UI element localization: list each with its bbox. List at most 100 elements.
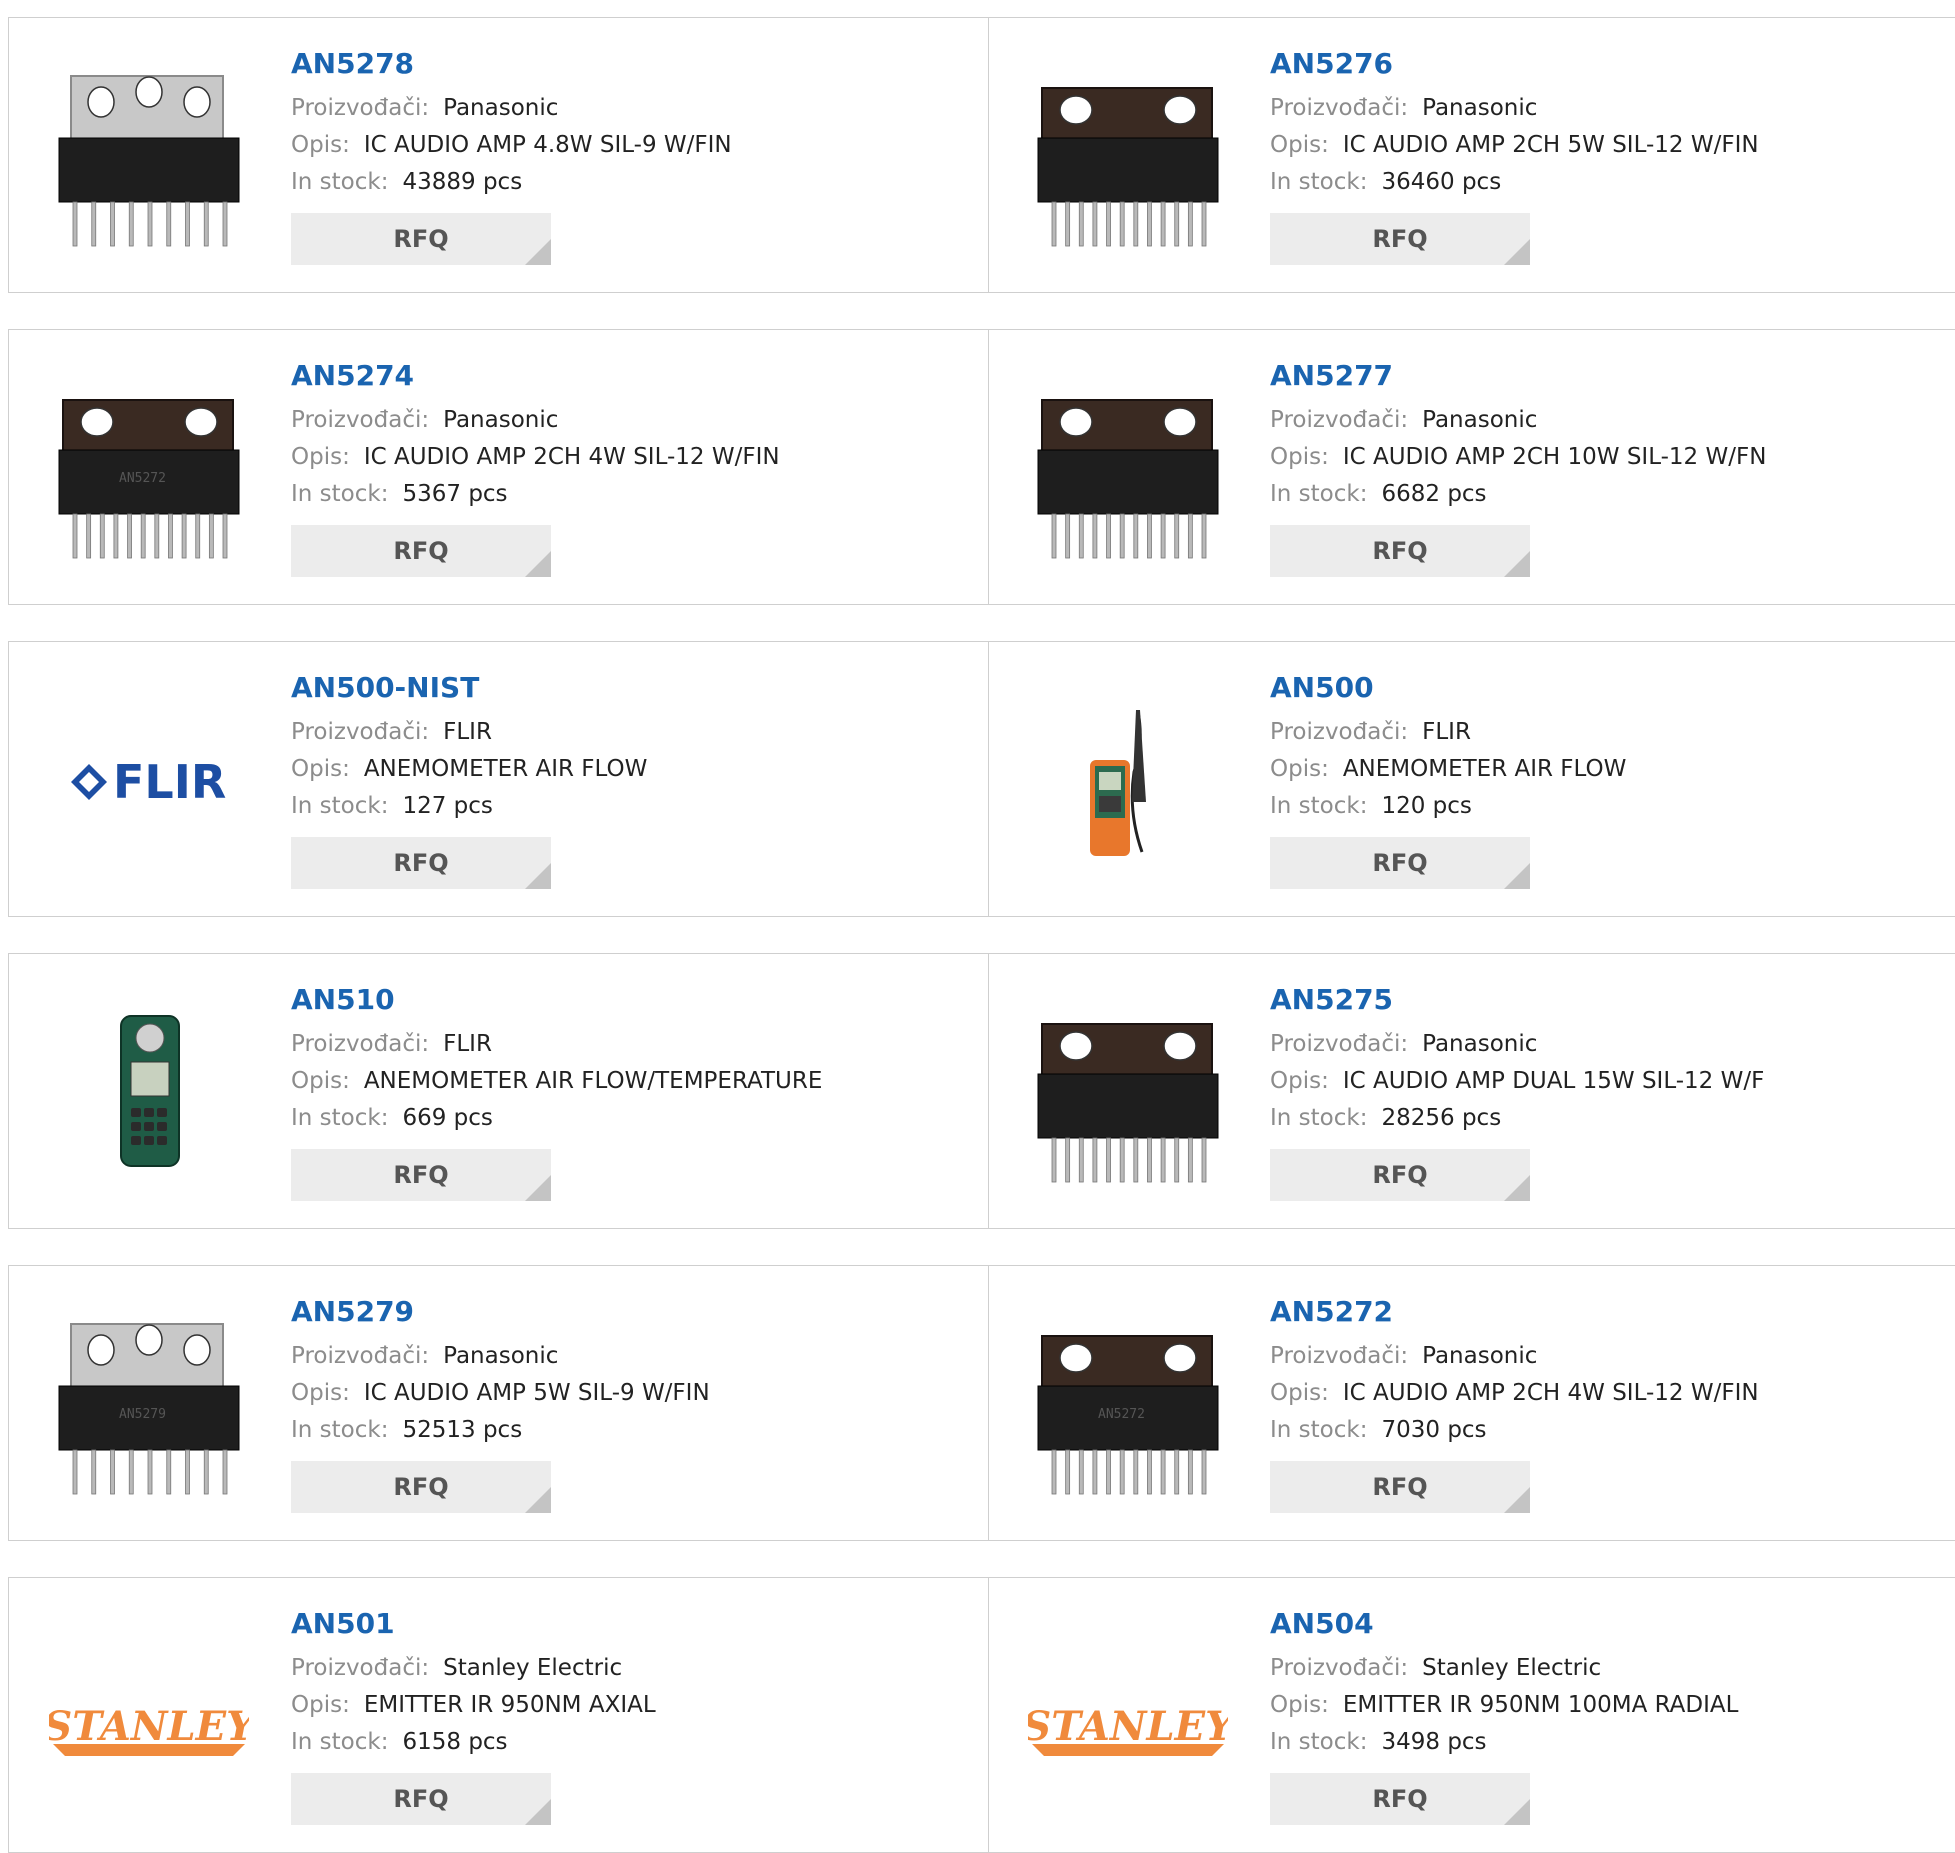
- rfq-button[interactable]: RFQ: [291, 1773, 551, 1825]
- part-number-link[interactable]: AN5272: [1270, 1294, 1759, 1330]
- product-image[interactable]: [1028, 994, 1228, 1194]
- manufacturer-value: Panasonic: [1422, 95, 1538, 121]
- description-label: Opis:: [291, 756, 350, 782]
- rfq-button[interactable]: RFQ: [291, 213, 551, 265]
- part-number-link[interactable]: AN5277: [1270, 358, 1766, 394]
- description-line: Opis: ANEMOMETER AIR FLOW: [1270, 751, 1626, 788]
- product-info: AN5272 Proizvođači: Panasonic Opis: IC AUDIO…: [1270, 1294, 1759, 1513]
- stock-value: 669 pcs: [402, 1105, 493, 1131]
- ic-chip-silver-fin-image: AN5279: [58, 1323, 240, 1495]
- product-image[interactable]: [1028, 682, 1228, 882]
- stock-value: 52513 pcs: [402, 1417, 523, 1443]
- stock-line: In stock: 669 pcs: [291, 1100, 822, 1137]
- ic-chip-dark-fin-image: AN5272: [1037, 1335, 1219, 1495]
- part-number-link[interactable]: AN500: [1270, 670, 1626, 706]
- manufacturer-label: Proizvođači:: [291, 95, 430, 121]
- product-card: AN5276 Proizvođači: Panasonic Opis: IC AUDIO…: [988, 18, 1955, 292]
- corner-triangle-icon: [1504, 551, 1530, 577]
- product-info: AN501 Proizvođači: Stanley Electric Opis: EM…: [291, 1606, 656, 1825]
- product-info: AN510 Proizvođači: FLIR Opis: ANEMOMETER AIR…: [291, 982, 822, 1201]
- part-number-link[interactable]: AN5279: [291, 1294, 710, 1330]
- rfq-label: RFQ: [393, 1785, 449, 1813]
- description-label: Opis:: [1270, 132, 1329, 158]
- manufacturer-label: Proizvođači:: [291, 719, 430, 745]
- stock-value: 28256 pcs: [1381, 1105, 1502, 1131]
- stock-line: In stock: 7030 pcs: [1270, 1412, 1759, 1449]
- rfq-label: RFQ: [1372, 1785, 1428, 1813]
- ic-chip-dark-fin-image: [1037, 1023, 1219, 1183]
- product-image[interactable]: AN5272: [49, 370, 249, 570]
- manufacturer-line: Proizvođači: Stanley Electric: [1270, 1650, 1738, 1687]
- stock-line: In stock: 127 pcs: [291, 788, 647, 825]
- description-line: Opis: IC AUDIO AMP 5W SIL-9 W/FIN: [291, 1375, 710, 1412]
- corner-triangle-icon: [525, 1175, 551, 1201]
- product-image[interactable]: [1028, 370, 1228, 570]
- part-number-link[interactable]: AN500-NIST: [291, 670, 647, 706]
- description-value: IC AUDIO AMP 2CH 5W SIL-12 W/FIN: [1342, 132, 1759, 158]
- product-info: AN500 Proizvođači: FLIR Opis: ANEMOMETER AIR…: [1270, 670, 1626, 889]
- stock-label: In stock:: [291, 1417, 389, 1443]
- stock-label: In stock:: [1270, 1729, 1368, 1755]
- part-number-link[interactable]: AN5275: [1270, 982, 1764, 1018]
- rfq-button[interactable]: RFQ: [1270, 1461, 1530, 1513]
- description-label: Opis:: [291, 1692, 350, 1718]
- part-number-link[interactable]: AN5274: [291, 358, 780, 394]
- part-number-link[interactable]: AN504: [1270, 1606, 1738, 1642]
- description-label: Opis:: [291, 1380, 350, 1406]
- manufacturer-value: Panasonic: [443, 95, 559, 121]
- product-image[interactable]: AN5279: [49, 1306, 249, 1506]
- rfq-button[interactable]: RFQ: [1270, 1149, 1530, 1201]
- stock-label: In stock:: [1270, 1417, 1368, 1443]
- part-number-link[interactable]: AN510: [291, 982, 822, 1018]
- rfq-button[interactable]: RFQ: [291, 1149, 551, 1201]
- description-label: Opis:: [1270, 756, 1329, 782]
- stock-label: In stock:: [291, 793, 389, 819]
- rfq-button[interactable]: RFQ: [291, 837, 551, 889]
- rfq-label: RFQ: [393, 1161, 449, 1189]
- part-number-link[interactable]: AN5278: [291, 46, 732, 82]
- description-value: IC AUDIO AMP 2CH 10W SIL-12 W/FN: [1342, 444, 1767, 470]
- product-info: AN5277 Proizvođači: Panasonic Opis: IC AUDIO…: [1270, 358, 1766, 577]
- rfq-button[interactable]: RFQ: [291, 1461, 551, 1513]
- manufacturer-line: Proizvođači: Panasonic: [1270, 90, 1759, 127]
- part-number-link[interactable]: AN501: [291, 1606, 656, 1642]
- manufacturer-label: Proizvođači:: [291, 1031, 430, 1057]
- product-image[interactable]: [49, 58, 249, 258]
- rfq-button[interactable]: RFQ: [1270, 837, 1530, 889]
- corner-triangle-icon: [1504, 863, 1530, 889]
- manufacturer-label: Proizvođači:: [1270, 719, 1409, 745]
- stock-label: In stock:: [1270, 1105, 1368, 1131]
- product-image[interactable]: FLIR: [49, 682, 249, 882]
- product-image[interactable]: AN5272: [1028, 1306, 1228, 1506]
- stock-label: In stock:: [1270, 481, 1368, 507]
- part-number-link[interactable]: AN5276: [1270, 46, 1759, 82]
- product-image[interactable]: STANLEY: [1028, 1618, 1228, 1818]
- stock-value: 3498 pcs: [1381, 1729, 1487, 1755]
- manufacturer-line: Proizvođači: FLIR: [1270, 714, 1626, 751]
- rfq-label: RFQ: [1372, 537, 1428, 565]
- manufacturer-line: Proizvođači: FLIR: [291, 714, 647, 751]
- rfq-button[interactable]: RFQ: [1270, 525, 1530, 577]
- description-value: ANEMOMETER AIR FLOW: [1342, 756, 1627, 782]
- product-image[interactable]: [1028, 58, 1228, 258]
- product-card: AN500 Proizvođači: FLIR Opis: ANEMOMETER AIR…: [988, 642, 1955, 916]
- rfq-button[interactable]: RFQ: [291, 525, 551, 577]
- product-image[interactable]: [49, 994, 249, 1194]
- flir-logo-image: FLIR: [71, 755, 226, 809]
- product-card: AN5279 AN5279 Proizvođači: Panasonic Opis: IC…: [9, 1266, 989, 1540]
- svg-text:AN5272: AN5272: [1098, 1407, 1145, 1422]
- manufacturer-value: Stanley Electric: [443, 1655, 623, 1681]
- description-value: EMITTER IR 950NM 100MA RADIAL: [1342, 1692, 1739, 1718]
- product-row: AN510 Proizvođači: FLIR Opis: ANEMOMETER AIR…: [8, 953, 1955, 1229]
- manufacturer-line: Proizvođači: Panasonic: [1270, 402, 1766, 439]
- rfq-button[interactable]: RFQ: [1270, 1773, 1530, 1825]
- corner-triangle-icon: [525, 1799, 551, 1825]
- manufacturer-value: Panasonic: [443, 1343, 559, 1369]
- description-line: Opis: EMITTER IR 950NM 100MA RADIAL: [1270, 1687, 1738, 1724]
- rfq-button[interactable]: RFQ: [1270, 213, 1530, 265]
- product-card: AN5272 AN5274 Proizvođači: Panasonic Opis: IC…: [9, 330, 989, 604]
- product-image[interactable]: STANLEY: [49, 1618, 249, 1818]
- manufacturer-label: Proizvođači:: [1270, 1655, 1409, 1681]
- description-line: Opis: IC AUDIO AMP 2CH 5W SIL-12 W/FIN: [1270, 127, 1759, 164]
- rfq-label: RFQ: [1372, 225, 1428, 253]
